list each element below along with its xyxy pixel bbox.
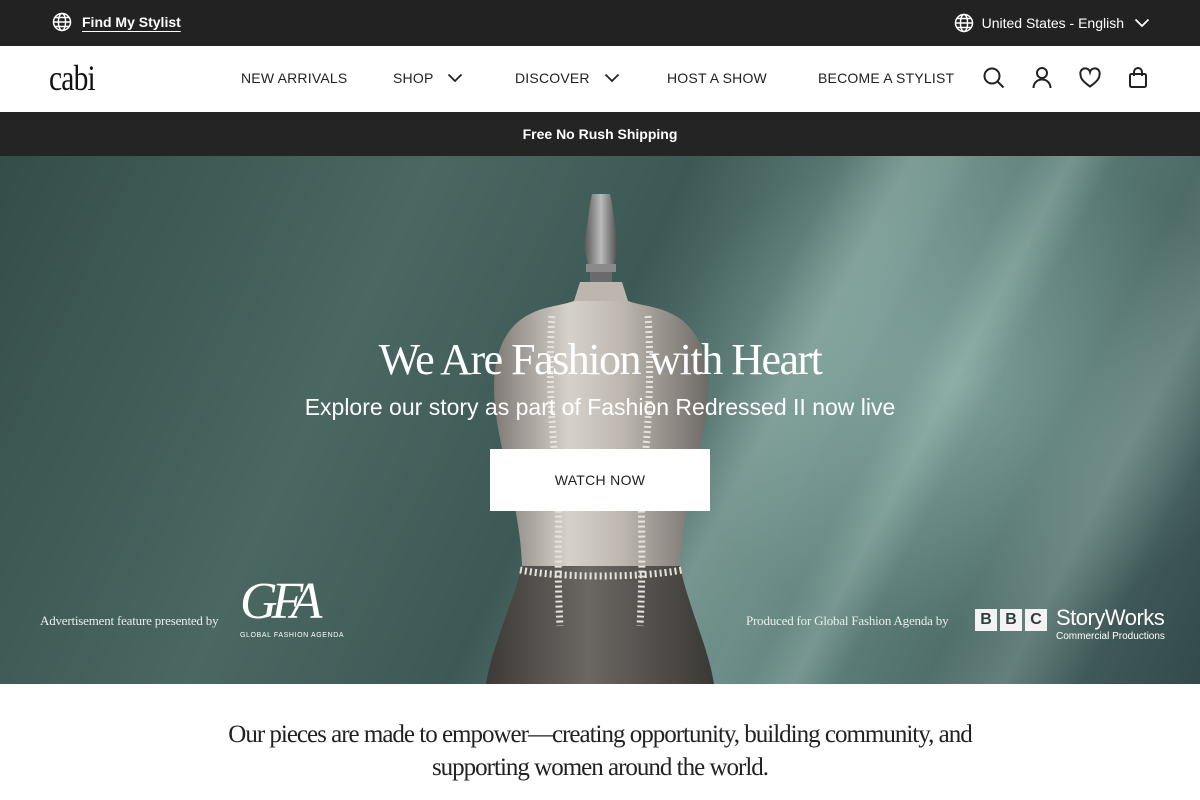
find-stylist-label[interactable]: Find My Stylist: [82, 14, 181, 30]
globe-icon: [954, 13, 974, 33]
find-stylist-link[interactable]: Find My Stylist: [52, 12, 181, 32]
bbc-logo[interactable]: B B C: [975, 609, 1047, 631]
nav-become-a-stylist[interactable]: BECOME A STYLIST: [818, 70, 954, 86]
utility-bar: Find My Stylist United States - English: [0, 0, 1200, 46]
hero-subtitle: Explore our story as part of Fashion Red…: [304, 394, 896, 420]
heart-icon[interactable]: [1079, 66, 1101, 90]
gfa-mark: GFA: [240, 573, 322, 630]
storyworks-logo[interactable]: StoryWorks Commercial Productions: [1056, 605, 1165, 643]
account-icon[interactable]: [1032, 66, 1052, 90]
bag-icon[interactable]: [1128, 66, 1148, 90]
nav-discover[interactable]: DISCOVER: [515, 70, 620, 86]
mission-statement: Our pieces are made to empower—creating …: [228, 721, 972, 781]
gfa-logo[interactable]: GFA GLOBAL FASHION AGENDA: [240, 573, 345, 640]
watch-now-button[interactable]: WATCH NOW: [490, 449, 710, 511]
nav-new-arrivals[interactable]: NEW ARRIVALS: [241, 70, 347, 86]
chevron-down-icon[interactable]: [604, 73, 620, 83]
chevron-down-icon[interactable]: [1134, 18, 1150, 28]
search-icon[interactable]: [983, 66, 1005, 90]
gfa-name: GLOBAL FASHION AGENDA: [240, 632, 345, 639]
hero-banner: We Are Fashion with Heart Explore our st…: [0, 156, 1200, 684]
nav-host-a-show[interactable]: HOST A SHOW: [667, 70, 767, 86]
main-nav: cabi NEW ARRIVALS SHOP DISCOVER HOST A S…: [0, 46, 1200, 112]
nav-item-label[interactable]: BECOME A STYLIST: [818, 70, 954, 86]
promo-banner[interactable]: Free No Rush Shipping: [0, 112, 1200, 156]
promo-text[interactable]: Free No Rush Shipping: [523, 126, 678, 142]
locale-selector[interactable]: United States - English: [954, 13, 1150, 33]
nav-item-label[interactable]: NEW ARRIVALS: [241, 70, 347, 86]
nav-item-label[interactable]: DISCOVER: [515, 70, 590, 86]
hero-title: We Are Fashion with Heart: [378, 335, 823, 384]
nav-item-label[interactable]: SHOP: [393, 70, 433, 86]
bbc-letter: B: [975, 609, 997, 631]
storyworks-subtitle: Commercial Productions: [1056, 631, 1165, 642]
cabi-logo[interactable]: cabi: [49, 59, 96, 97]
credit-presented-by: Advertisement feature presented by: [40, 613, 219, 628]
nav-item-label[interactable]: HOST A SHOW: [667, 70, 767, 86]
chevron-down-icon[interactable]: [447, 73, 463, 83]
nav-shop[interactable]: SHOP: [393, 70, 463, 86]
locale-label[interactable]: United States - English: [982, 15, 1124, 31]
bbc-letter: B: [1000, 609, 1022, 631]
globe-icon: [52, 12, 72, 32]
credit-produced-by: Produced for Global Fashion Agenda by: [746, 613, 949, 628]
bbc-letter: C: [1025, 609, 1047, 631]
storyworks-title: StoryWorks: [1056, 605, 1165, 630]
